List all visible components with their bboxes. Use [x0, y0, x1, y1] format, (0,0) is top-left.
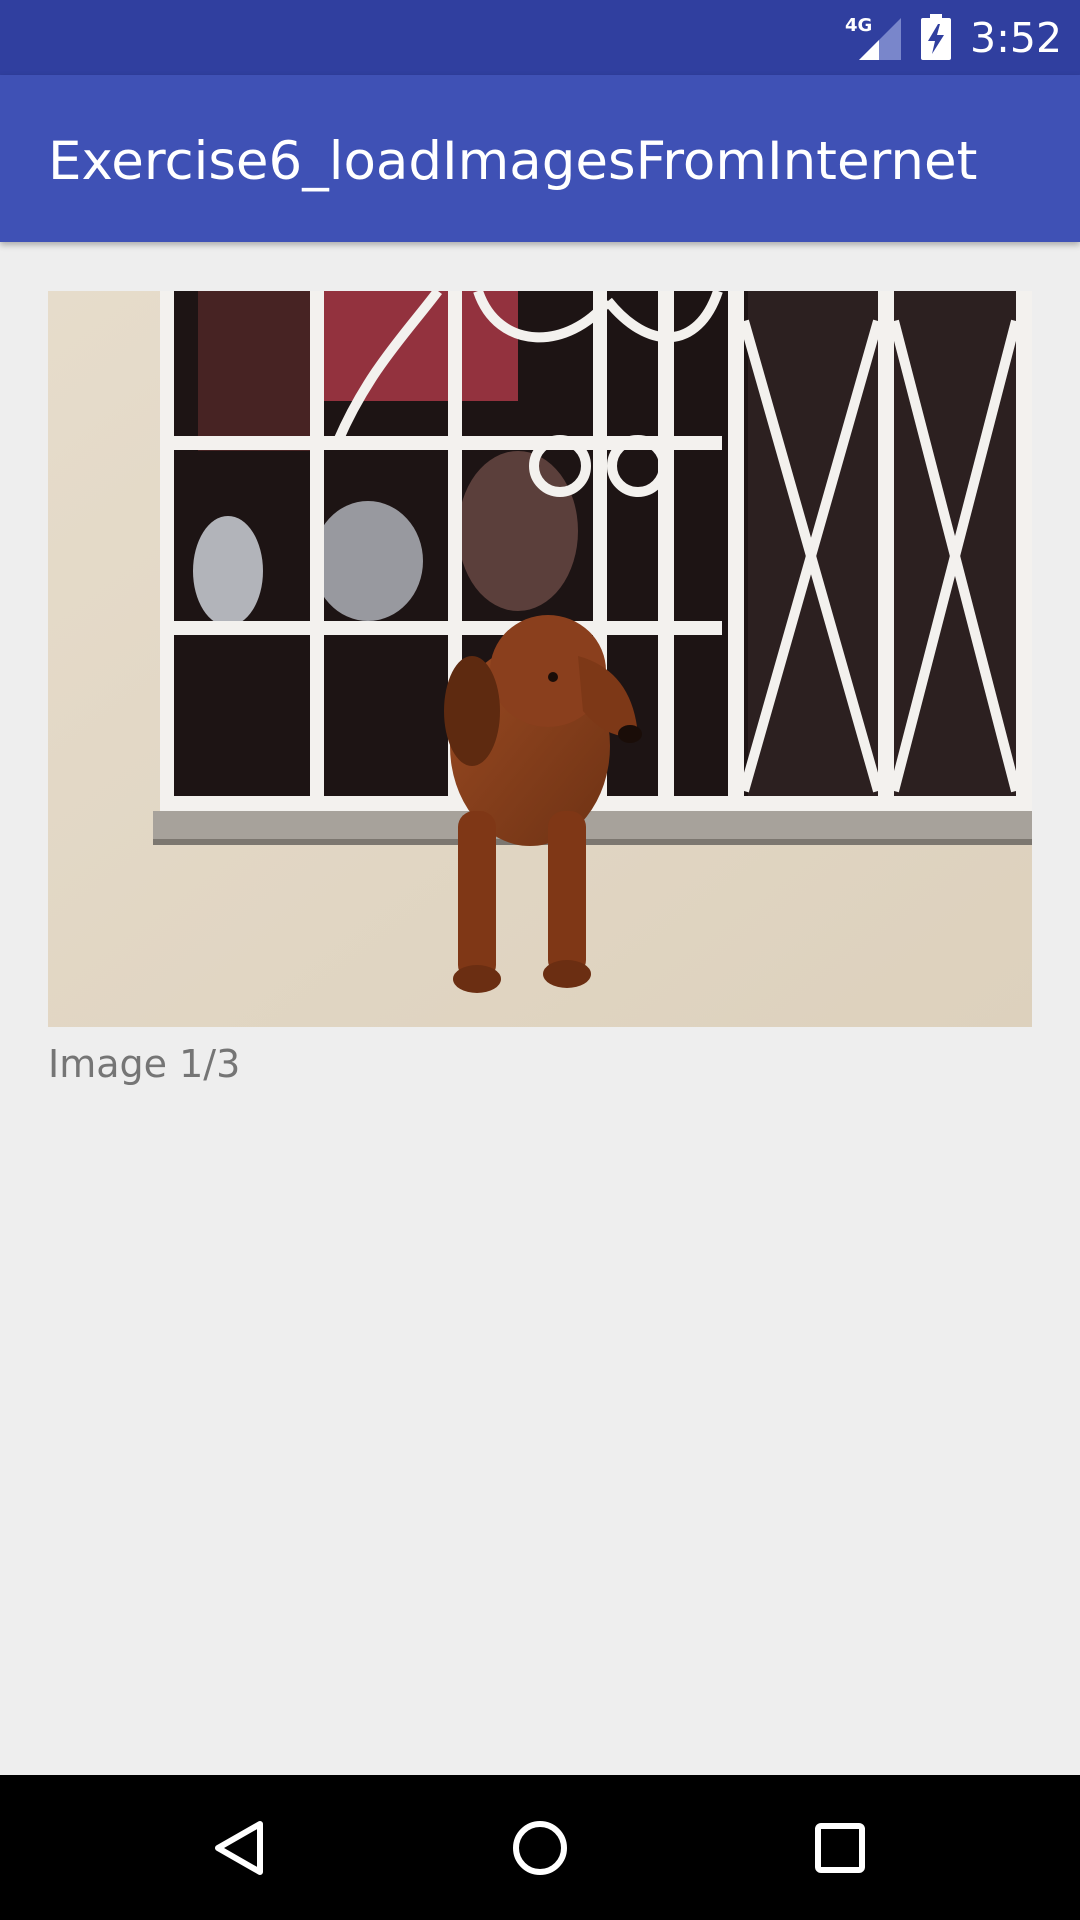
photo-dachshund-in-window [48, 291, 1032, 1027]
navigation-bar [0, 1775, 1080, 1920]
signal-4g-icon: 4G [845, 15, 901, 60]
app-title: Exercise6_loadImagesFromInternet [48, 131, 978, 192]
app-toolbar: Exercise6_loadImagesFromInternet [0, 75, 1080, 242]
battery-charging-icon [921, 14, 951, 60]
network-type-label: 4G [845, 15, 872, 36]
loaded-image [48, 291, 1032, 1027]
back-icon [215, 1820, 263, 1875]
image-counter: Image 1/3 [48, 1042, 241, 1086]
back-button[interactable] [180, 1795, 300, 1900]
recents-button[interactable] [780, 1795, 900, 1900]
recents-icon [815, 1822, 865, 1873]
status-clock: 3:52 [970, 14, 1063, 62]
main-content: Image 1/3 [0, 242, 1080, 1775]
status-bar: 4G 3:52 [0, 0, 1080, 75]
home-icon [513, 1820, 567, 1875]
home-button[interactable] [480, 1795, 600, 1900]
